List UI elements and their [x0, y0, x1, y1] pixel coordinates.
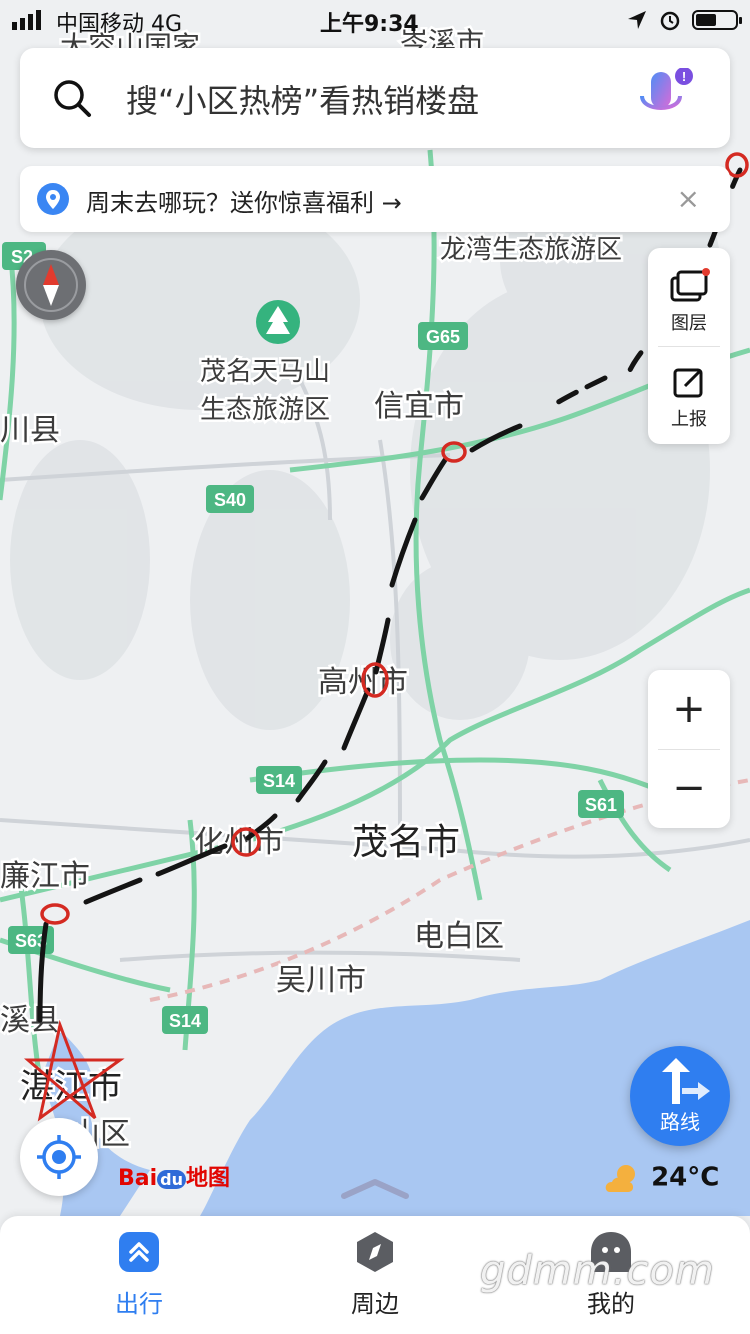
tab-nearby[interactable]: 周边 [310, 1230, 440, 1319]
shield-label: S14 [169, 1011, 201, 1031]
shield-s14-south: S14 [162, 1006, 208, 1034]
status-bar: 中国移动 4G 上午9:34 [0, 0, 750, 40]
route-arrow-icon [662, 1058, 710, 1104]
route-label: 路线 [660, 1110, 700, 1134]
layers-icon [670, 268, 710, 302]
place-label: 生态旅游区 [200, 394, 330, 424]
place-label: 信宜市 [374, 390, 464, 423]
zoom-out-button[interactable]: − [648, 749, 730, 828]
alarm-icon [660, 11, 680, 31]
place-label: 茂名市 [352, 821, 460, 862]
search-placeholder[interactable]: 搜“小区热榜”看热销楼盘 [126, 76, 479, 122]
locate-icon [37, 1135, 81, 1179]
zoom-in-button[interactable]: + [648, 670, 730, 749]
close-icon[interactable]: × [677, 182, 700, 215]
shield-label: S61 [585, 795, 617, 815]
shield-g65: G65 [418, 322, 468, 350]
report-label: 上报 [671, 409, 707, 430]
zoom-controls: + − [648, 670, 730, 828]
place-label: 龙湾生态旅游区 [440, 234, 622, 264]
place-label: 湛江市 [20, 1068, 122, 1106]
status-time: 上午9:34 [320, 12, 419, 37]
shield-label: S14 [263, 771, 295, 791]
travel-icon [119, 1232, 159, 1272]
tab-label: 出行 [115, 1290, 163, 1318]
map-tools-panel: 图层 上报 [648, 248, 730, 444]
layers-button[interactable]: 图层 [648, 268, 730, 335]
shield-s61: S61 [578, 790, 624, 818]
shield-s40: S40 [206, 485, 254, 513]
battery-icon [692, 10, 742, 30]
weather-widget[interactable]: 24°C [602, 1162, 719, 1194]
svg-text:!: ! [682, 69, 686, 84]
search-bar[interactable]: 搜“小区热榜”看热销楼盘 ! [20, 48, 730, 148]
report-button[interactable]: 上报 [648, 364, 730, 431]
scenic-area-icon[interactable] [256, 300, 300, 344]
partly-cloudy-icon [605, 1165, 635, 1192]
tab-travel[interactable]: 出行 [74, 1230, 204, 1319]
place-label: 川县 [0, 414, 60, 447]
edit-report-icon [673, 368, 703, 398]
place-label: 电白区 [414, 920, 504, 953]
tab-label: 周边 [351, 1290, 399, 1318]
signal-icon [12, 10, 41, 30]
place-label: 溪县 [0, 1004, 60, 1037]
temperature: 24°C [651, 1162, 720, 1193]
place-label: 廉江市 [0, 860, 90, 893]
location-arrow-icon [628, 11, 646, 29]
place-label: 茂名天马山 [200, 356, 330, 386]
shield-label: S40 [214, 490, 246, 510]
chevron-up-icon[interactable] [340, 1176, 410, 1202]
promo-banner[interactable]: 周末去哪玩？送你惊喜福利 → × [20, 166, 730, 232]
layers-label: 图层 [671, 313, 707, 334]
compass-button[interactable] [16, 250, 86, 320]
route-button[interactable]: 路线 [630, 1046, 730, 1146]
divider [658, 346, 720, 347]
shield-s14-north: S14 [256, 766, 302, 794]
place-label: 吴川市 [276, 964, 366, 997]
compass-nav-icon [357, 1232, 393, 1272]
search-icon [54, 80, 91, 117]
compass-icon [24, 258, 78, 312]
locate-me-button[interactable] [20, 1118, 98, 1196]
baidu-map-logo: Bai du 地图 [118, 1166, 231, 1191]
promo-text[interactable]: 周末去哪玩？送你惊喜福利 → [86, 183, 402, 218]
shield-label: G65 [426, 327, 460, 347]
watermark: gdmm.com [480, 1248, 715, 1294]
voice-mic-icon[interactable]: ! [634, 68, 694, 130]
location-pin-icon [37, 183, 69, 215]
carrier-name: 中国移动 4G [56, 12, 183, 37]
